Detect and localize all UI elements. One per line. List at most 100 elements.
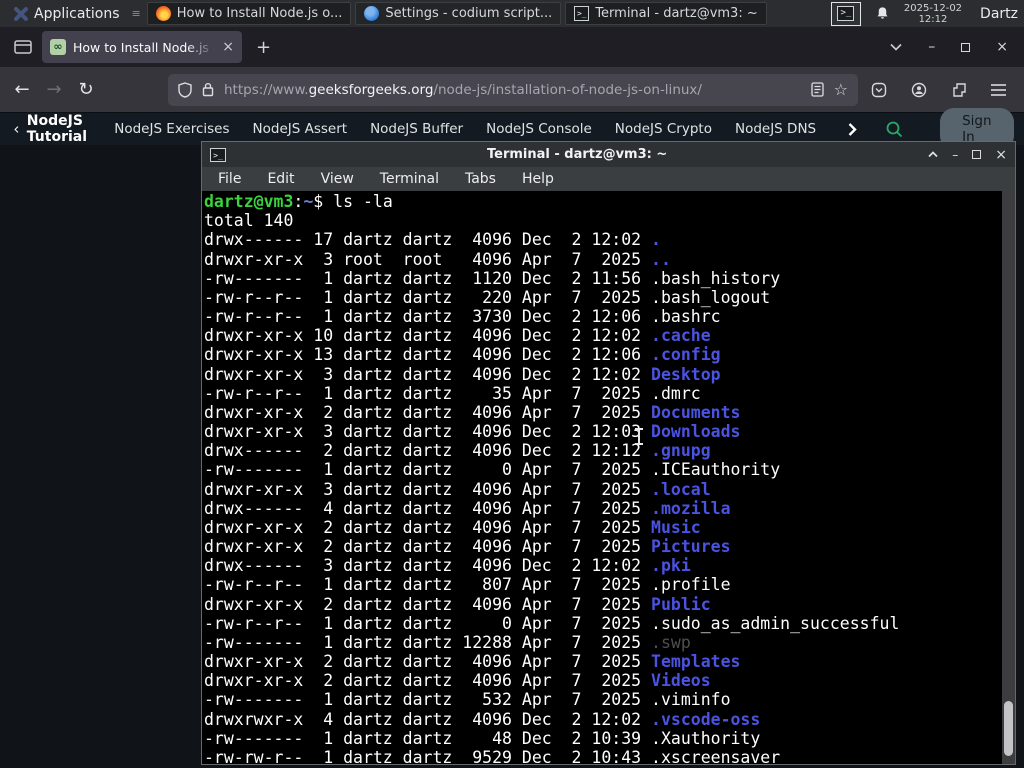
terminal-line: -rw------- 1 dartz dartz 0 Apr 7 2025 .I…	[204, 460, 781, 480]
terminal-line: drwx------ 17 dartz dartz 4096 Dec 2 12:…	[204, 230, 661, 250]
menu-hamburger-icon[interactable]	[991, 83, 1006, 96]
terminal-line: -rw-rw-r-- 1 dartz dartz 9529 Dec 2 10:4…	[204, 747, 781, 764]
terminal-line: drwx------ 2 dartz dartz 4096 Dec 2 12:1…	[204, 441, 711, 461]
geeksforgeeks-favicon-icon: ∞	[50, 39, 66, 55]
menu-view[interactable]: View	[321, 171, 354, 187]
panel-grip-icon: ≡	[131, 7, 141, 20]
terminal-body[interactable]: dartz@vm3:~$ ls -la total 140 drwx------ 1…	[202, 191, 1015, 764]
tab-close-icon[interactable]: ×	[222, 39, 234, 55]
reader-mode-icon[interactable]	[811, 82, 824, 97]
nav-item-nodejs-assert[interactable]: NodeJS Assert	[253, 121, 348, 137]
url-text: https://www.geeksforgeeks.org/node-js/in…	[224, 81, 702, 98]
terminal-menubar: File Edit View Terminal Tabs Help	[202, 167, 1015, 191]
back-button[interactable]: ←	[6, 74, 38, 106]
terminal-line: drwxr-xr-x 2 dartz dartz 4096 Apr 7 2025…	[204, 652, 741, 672]
lock-icon[interactable]	[202, 82, 214, 97]
taskbar-window-label: Terminal - dartz@vm3: ~	[595, 6, 758, 21]
applications-menu-button[interactable]: Applications	[6, 2, 126, 25]
clock-date: 2025-12-02	[903, 2, 963, 14]
vscodium-icon	[364, 6, 380, 21]
menu-tabs[interactable]: Tabs	[465, 171, 496, 187]
menu-terminal[interactable]: Terminal	[380, 171, 439, 187]
taskbar-window-terminal[interactable]: >_ Terminal - dartz@vm3: ~	[565, 2, 767, 25]
terminal-line: -rw------- 1 dartz dartz 1120 Dec 2 11:5…	[204, 268, 781, 288]
clock[interactable]: 2025-12-02 12:12	[904, 3, 962, 25]
pocket-icon[interactable]	[871, 82, 887, 98]
terminal-line: drwxr-xr-x 3 root root 4096 Apr 7 2025 .…	[204, 249, 671, 269]
nav-item-nodejs-crypto[interactable]: NodeJS Crypto	[615, 121, 712, 137]
terminal-line: drwx------ 3 dartz dartz 4096 Dec 2 12:0…	[204, 556, 691, 576]
terminal-icon: >_	[210, 147, 226, 162]
terminal-icon: >_	[574, 6, 590, 21]
terminal-line: drwxr-xr-x 3 dartz dartz 4096 Apr 7 2025…	[204, 479, 711, 499]
terminal-output: dartz@vm3:~$ ls -la total 140 drwx------ 1…	[204, 192, 1015, 764]
taskbar-window-codium[interactable]: Settings - codium script...	[355, 2, 562, 25]
system-tray: >_ 2025-12-02 12:12 Dartz	[830, 1, 1018, 26]
list-all-tabs-chevron-icon[interactable]	[890, 43, 902, 51]
extensions-icon[interactable]	[951, 82, 967, 98]
applications-icon	[12, 6, 28, 22]
terminal-window-title: Terminal - dartz@vm3: ~	[487, 147, 668, 162]
browser-close-button[interactable]: ×	[996, 39, 1008, 55]
forward-button[interactable]: →	[38, 74, 70, 106]
desktop: Applications ≡ How to Install Node.js o.…	[0, 0, 1024, 768]
terminal-scrollbar-thumb[interactable]	[1004, 701, 1013, 756]
terminal-line: -rw-r--r-- 1 dartz dartz 0 Apr 7 2025 .s…	[204, 613, 900, 633]
terminal-icon: >_	[837, 6, 855, 21]
system-taskbar: Applications ≡ How to Install Node.js o.…	[0, 0, 1024, 27]
browser-tab-bar: ∞ How to Install Node.js on × + – ×	[0, 27, 1024, 67]
new-tab-button[interactable]: +	[256, 37, 271, 58]
terminal-shade-button[interactable]	[928, 151, 938, 158]
nav-item-nodejs-dns[interactable]: NodeJS DNS	[735, 121, 816, 137]
user-menu[interactable]: Dartz	[980, 6, 1018, 22]
clock-time: 12:12	[918, 13, 948, 25]
nav-item-nodejs-console[interactable]: NodeJS Console	[486, 121, 592, 137]
terminal-line: drwxrwxr-x 4 dartz dartz 4096 Dec 2 12:0…	[204, 709, 761, 729]
terminal-line: -rw-r--r-- 1 dartz dartz 3730 Dec 2 12:0…	[204, 307, 721, 327]
terminal-line: -rw-r--r-- 1 dartz dartz 220 Apr 7 2025 …	[204, 287, 771, 307]
terminal-minimize-button[interactable]: –	[952, 148, 958, 162]
firefox-view-icon[interactable]	[8, 33, 38, 61]
tray-terminal-launcher[interactable]: >_	[830, 1, 861, 26]
terminal-line: dartz@vm3:~$ ls -la	[204, 192, 393, 211]
nav-item-nodejs-buffer[interactable]: NodeJS Buffer	[370, 121, 463, 137]
menu-file[interactable]: File	[218, 171, 241, 187]
terminal-line: drwxr-xr-x 2 dartz dartz 4096 Apr 7 2025…	[204, 594, 711, 614]
browser-tab-active[interactable]: ∞ How to Install Node.js on ×	[42, 31, 242, 63]
terminal-scrollbar[interactable]	[1002, 191, 1015, 764]
terminal-line: drwxr-xr-x 10 dartz dartz 4096 Dec 2 12:…	[204, 326, 711, 346]
terminal-line: -rw-r--r-- 1 dartz dartz 807 Apr 7 2025 …	[204, 575, 731, 595]
terminal-line: drwxr-xr-x 3 dartz dartz 4096 Dec 2 12:0…	[204, 364, 721, 384]
terminal-line: drwxr-xr-x 2 dartz dartz 4096 Apr 7 2025…	[204, 537, 731, 557]
nav-scroll-right-chevron-icon[interactable]	[848, 122, 857, 136]
taskbar-window-label: Settings - codium script...	[385, 6, 553, 21]
terminal-titlebar[interactable]: >_ Terminal - dartz@vm3: ~ – ×	[202, 142, 1015, 167]
menu-help[interactable]: Help	[522, 171, 554, 187]
account-icon[interactable]	[911, 82, 927, 98]
url-bar[interactable]: https://www.geeksforgeeks.org/node-js/in…	[168, 73, 858, 106]
nav-item-nodejs-exercises[interactable]: NodeJS Exercises	[114, 121, 229, 137]
terminal-line: drwxr-xr-x 13 dartz dartz 4096 Dec 2 12:…	[204, 345, 721, 365]
tracking-shield-icon[interactable]	[178, 81, 192, 98]
menu-edit[interactable]: Edit	[267, 171, 294, 187]
terminal-line: total 140	[204, 211, 294, 231]
terminal-line: -rw------- 1 dartz dartz 48 Dec 2 10:39 …	[204, 728, 761, 748]
bookmark-star-icon[interactable]: ☆	[834, 80, 848, 99]
mouse-ibeam-cursor	[634, 428, 644, 445]
applications-label: Applications	[34, 5, 120, 22]
terminal-maximize-button[interactable]	[972, 150, 982, 159]
terminal-line: drwxr-xr-x 3 dartz dartz 4096 Dec 2 12:0…	[204, 422, 741, 442]
terminal-line: drwxr-xr-x 2 dartz dartz 4096 Apr 7 2025…	[204, 402, 741, 422]
terminal-line: -rw------- 1 dartz dartz 12288 Apr 7 202…	[204, 632, 691, 652]
reload-button[interactable]: ↻	[70, 74, 102, 106]
browser-minimize-button[interactable]: –	[928, 39, 935, 55]
nav-back-nodejs-tutorial[interactable]: NodeJS Tutorial	[14, 113, 91, 145]
search-icon[interactable]	[886, 121, 903, 138]
firefox-icon	[155, 6, 171, 21]
terminal-close-button[interactable]: ×	[995, 147, 1007, 163]
browser-maximize-button[interactable]	[961, 42, 971, 52]
terminal-line: drwx------ 4 dartz dartz 4096 Apr 7 2025…	[204, 498, 731, 518]
notification-bell-icon[interactable]	[875, 6, 890, 21]
terminal-line: drwxr-xr-x 2 dartz dartz 4096 Apr 7 2025…	[204, 671, 711, 691]
taskbar-window-firefox[interactable]: How to Install Node.js o...	[146, 2, 352, 25]
